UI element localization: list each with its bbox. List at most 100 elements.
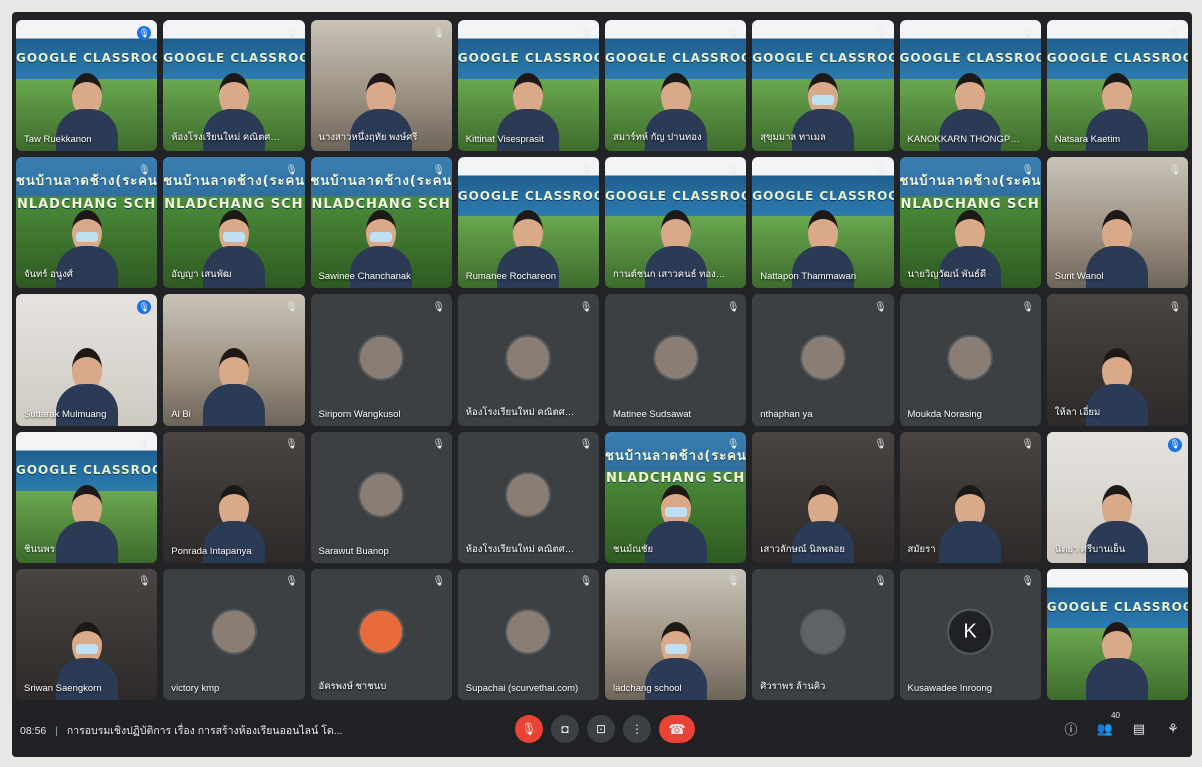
participant-tile[interactable]: GOOGLE CLASSROOM 🎙 ชินนพร xyxy=(16,431,158,563)
more-options-button[interactable]: ⋮ xyxy=(623,715,651,743)
participant-name: Surit Wanol xyxy=(1054,271,1104,283)
meet-window: GOOGLE CLASSROOM🎙Taw RuekkanonGOOGLE CLA… xyxy=(12,12,1192,757)
mic-off-icon: 🎙 xyxy=(874,27,887,39)
participant-avatar xyxy=(210,609,257,656)
participant-name: เสาวลักษณ์ นิลพลอย xyxy=(760,543,845,555)
background-banner-text: NLADCHANG SCH xyxy=(605,470,746,486)
participant-tile[interactable]: GOOGLE CLASSROOM 🎙 Rumanee Rochareon xyxy=(457,157,599,289)
participant-name: Taw Ruekkanon xyxy=(24,134,92,146)
mic-off-icon: 🎙 xyxy=(874,164,887,176)
participant-tile[interactable]: 🎙 Sriwan Saengkorn xyxy=(16,568,158,700)
participant-tile[interactable]: GOOGLE CLASSROOM 🎙 Nattapon Thammawan xyxy=(752,157,894,289)
participant-tile[interactable]: 🎙 victory kmp xyxy=(163,568,305,700)
camera-toggle-button[interactable]: ◘ xyxy=(551,715,579,743)
participant-tile[interactable]: GOOGLE CLASSROOM 🎙 KANOKKARN THONGPRAD... xyxy=(899,20,1041,152)
participant-tile[interactable]: ชนบ้านลาดช้าง(ระคนกิจ NLADCHANG SCH 🎙 จันทร… xyxy=(16,157,158,289)
people-button[interactable]: 👥 40 xyxy=(1096,711,1120,737)
participant-name: Ponrada Intapanya xyxy=(171,545,252,557)
background-banner-text: NLADCHANG SCH xyxy=(16,196,157,212)
participant-tile[interactable]: ชนบ้านลาดช้าง(ระคนกิจ NLADCHANG SCH 🎙 Sawin… xyxy=(310,157,452,289)
participant-tile[interactable]: 🎙 Siriporn Wangkusol xyxy=(310,294,452,426)
mic-off-icon: 🎙 xyxy=(1021,27,1035,39)
participant-tile[interactable]: GOOGLE CLASSROOM xyxy=(1046,568,1188,700)
participant-tile[interactable]: GOOGLE CLASSROOM 🎙 Taw Ruekkanon xyxy=(16,20,158,152)
participant-name: ladchang school xyxy=(613,682,682,694)
mic-off-icon: 🎙 xyxy=(579,164,593,176)
participant-tile[interactable]: 🎙 Surit Wanol xyxy=(1046,157,1188,289)
participant-tile[interactable]: 🎙 ห้องโรงเรียนใหม่ คณิตศาสตร์ อ... xyxy=(457,431,599,563)
participant-name: กานต์ชนก เสาวคนธ์ ทองพวง xyxy=(613,269,727,281)
participant-video xyxy=(1086,621,1149,700)
participant-name: Sriwan Saengkorn xyxy=(24,682,102,694)
participant-tile[interactable]: 🎙 นางสาวหนึ่งฤทัย พงษ์ศรี xyxy=(310,20,452,152)
background-banner-text: ชนบ้านลาดช้าง(ระคนกิจ xyxy=(163,174,305,190)
meeting-details[interactable]: 08:56 | การอบรมเชิงปฏิบัติการ เรื่อง การ… xyxy=(20,722,342,739)
participant-tile[interactable]: GOOGLE CLASSROOM 🎙 Kittinat Visesprasit xyxy=(457,20,599,152)
participant-name: สมัยรา xyxy=(907,543,936,555)
participant-tile[interactable]: GOOGLE CLASSROOM 🎙 ห้องโรงเรียนใหม่ คณิตศา… xyxy=(163,20,305,152)
participant-tile[interactable]: ชนบ้านลาดช้าง(ระคนกิจ NLADCHANG SCH 🎙 อัญญา… xyxy=(163,157,305,289)
mic-off-icon: 🎙 xyxy=(579,27,593,39)
mic-off-icon: 🎙 xyxy=(726,439,740,451)
participant-tile[interactable]: 🎙 Al Bi xyxy=(163,294,305,426)
participant-tile[interactable]: 🎙 ศิวราพร ล้านคิว xyxy=(752,568,894,700)
participant-tile[interactable]: GOOGLE CLASSROOM 🎙 สุขุมมาล ทาเมล xyxy=(752,20,894,152)
mic-off-icon: 🎙 xyxy=(285,301,298,313)
mic-off-icon: 🎙 xyxy=(579,576,593,588)
participant-avatar xyxy=(799,609,846,656)
participant-name: สมาร์ทห์ กัญ ปานทอง xyxy=(613,132,702,144)
mic-off-icon: 🎙 xyxy=(432,164,446,176)
participant-tile[interactable]: GOOGLE CLASSROOM 🎙 Natsara Kaetim xyxy=(1046,20,1188,152)
participant-name: Matinee Sudsawat xyxy=(613,408,692,420)
participant-avatar xyxy=(505,471,552,518)
participant-tile[interactable]: ชนบ้านลาดช้าง(ระคนกิจ NLADCHANG SCH 🎙 ชนม์ณ… xyxy=(605,431,747,563)
mic-toggle-button[interactable]: 🎙 xyxy=(515,715,543,743)
mic-off-icon: 🎙 xyxy=(432,576,446,588)
participant-name: Natsara Kaetim xyxy=(1054,134,1121,146)
participant-tile[interactable]: ชนบ้านลาดช้าง(ระคนกิจ NLADCHANG SCH 🎙 นายวิ… xyxy=(899,157,1041,289)
participant-tile[interactable]: 🎙 Matinee Sudsawat xyxy=(605,294,747,426)
participant-tile[interactable]: 🎙 อัครพงษ์ ชาชนบ xyxy=(310,568,452,700)
meeting-title: การอบรมเชิงปฏิบัติการ เรื่อง การสร้างห้อ… xyxy=(66,725,343,737)
participant-name: ห้องโรงเรียนใหม่ คณิตศาสตร์ อ... xyxy=(171,132,284,144)
participant-tile[interactable]: 🎙 นิตยา ศรีบานเย็น xyxy=(1046,431,1188,563)
participant-tile[interactable]: 🎙 Ponrada Intapanya xyxy=(163,431,305,563)
participant-tile[interactable]: 🎙 nthaphan ya xyxy=(752,294,894,426)
speaking-indicator-icon: 🎙 xyxy=(137,26,152,40)
participant-tile[interactable]: GOOGLE CLASSROOM 🎙 สมาร์ทห์ กัญ ปานทอง xyxy=(605,20,747,152)
background-banner-text: GOOGLE CLASSROOM xyxy=(899,51,1041,66)
meeting-info-button[interactable]: ⓘ xyxy=(1062,719,1080,738)
participant-tile[interactable]: 🎙 Sarawut Buanop xyxy=(310,431,452,563)
present-button[interactable]: ⊡ xyxy=(587,715,615,743)
participant-tile[interactable]: 🎙 ladchang school xyxy=(605,568,747,700)
participant-name: Al Bi xyxy=(171,408,191,420)
participant-tile[interactable]: 🎙 สมัยรา xyxy=(899,431,1041,563)
participant-tile[interactable]: 🎙 เสาวลักษณ์ นิลพลอย xyxy=(752,431,894,563)
participant-tile[interactable]: GOOGLE CLASSROOM 🎙 กานต์ชนก เสาวคนธ์ ทองพว… xyxy=(605,157,747,289)
participant-name: victory kmp xyxy=(171,682,220,694)
mic-off-icon: 🎙 xyxy=(137,576,151,588)
participant-name: Nattapon Thammawan xyxy=(760,271,857,283)
participant-tile[interactable]: 🎙 Supachai (scurvethai.com) xyxy=(457,568,599,700)
participant-tile[interactable]: 🎙 ให้ลา เอี่ยม xyxy=(1046,294,1188,426)
mic-off-icon: 🎙 xyxy=(1168,164,1182,176)
background-banner-text: NLADCHANG SCH xyxy=(311,196,451,212)
background-banner-text: ชนบ้านลาดช้าง(ระคนกิจ xyxy=(899,174,1041,190)
participant-tile[interactable]: K 🎙 Kusawadee Inroong xyxy=(899,568,1041,700)
participant-tile[interactable]: 🎙 ห้องโรงเรียนใหม่ คณิตศาสตร์ ม... xyxy=(457,294,599,426)
participant-name: สุขุมมาล ทาเมล xyxy=(760,132,826,144)
chat-button[interactable]: ▤ xyxy=(1130,721,1148,737)
participant-name: ห้องโรงเรียนใหม่ คณิตศาสตร์ ม... xyxy=(465,406,579,418)
mic-off-icon: 🎙 xyxy=(137,439,151,451)
participant-tile[interactable]: 🎙 Moukda Norasing xyxy=(899,294,1041,426)
participant-name: ห้องโรงเรียนใหม่ คณิตศาสตร์ อ... xyxy=(465,543,579,555)
background-banner-text: GOOGLE CLASSROOM xyxy=(16,51,157,66)
leave-call-button[interactable]: ☎ xyxy=(659,715,695,743)
activities-button[interactable]: ⚘ xyxy=(1164,721,1182,737)
mic-off-icon: 🎙 xyxy=(137,164,151,176)
participant-tile[interactable]: 🎙 Suttarak Mulmuang xyxy=(16,294,158,426)
participant-name: นายวิญวัฒน์ พันธ์ดี xyxy=(907,269,987,281)
participant-avatar xyxy=(799,334,846,381)
mic-off-icon: 🎙 xyxy=(579,439,593,451)
participant-name: ให้ลา เอี่ยม xyxy=(1054,406,1101,418)
